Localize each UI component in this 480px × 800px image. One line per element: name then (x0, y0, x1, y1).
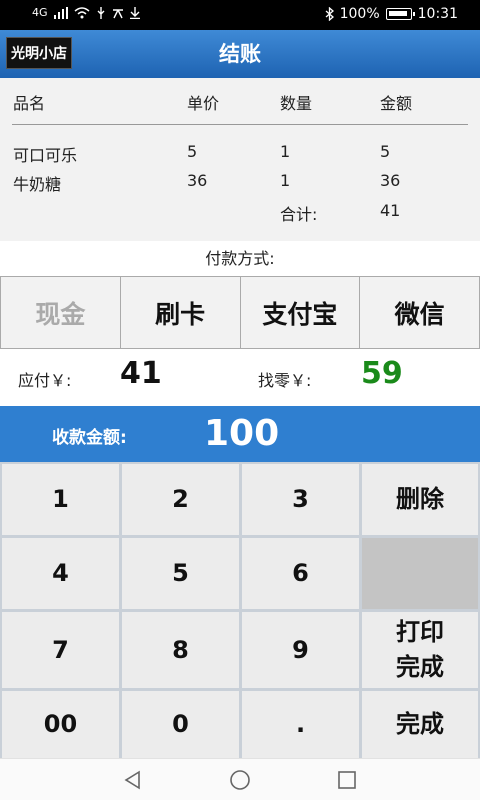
column-header-amount: 金额 (380, 94, 413, 113)
status-bar: 4G 100% 10:31 (0, 0, 480, 30)
key-3[interactable]: 3 (242, 464, 359, 535)
payment-method-tabs: 现金 刷卡 支付宝 微信 (0, 276, 480, 349)
table-header: 品名 单价 数量 金额 (0, 90, 480, 114)
total-row: 合计: 41 (0, 201, 480, 225)
print-and-finish-button[interactable]: 打印 完成 (362, 612, 478, 688)
battery-percent: 100% (339, 6, 380, 22)
received-amount-label: 收款金额: (52, 428, 127, 448)
network-type: 4G (32, 6, 48, 19)
shop-name-button[interactable]: 光明小店 (6, 37, 72, 69)
status-icons-right: 100% 10:31 (325, 6, 458, 22)
item-amount: 36 (380, 171, 401, 190)
order-table: 品名 单价 数量 金额 可口可乐 5 1 5 牛奶糖 36 1 36 合计: 4… (0, 78, 480, 241)
home-icon[interactable] (227, 767, 253, 793)
bluetooth-icon (325, 7, 334, 21)
key-8[interactable]: 8 (122, 612, 239, 688)
amount-due-label: 应付￥: (18, 371, 72, 390)
payment-card-button[interactable]: 刷卡 (121, 277, 241, 348)
delete-button[interactable]: 删除 (362, 464, 478, 535)
payment-method-label: 付款方式: (205, 249, 275, 268)
received-amount-value[interactable]: 100 (204, 413, 279, 454)
received-amount-bar: 收款金额: 100 (0, 406, 480, 462)
clock: 10:31 (417, 6, 458, 22)
payment-alipay-button[interactable]: 支付宝 (241, 277, 361, 348)
amount-due-value: 41 (120, 356, 162, 391)
numeric-keypad: 1 2 3 删除 4 5 6 7 8 9 打印 完成 00 0 . 完成 (0, 462, 480, 758)
item-name: 牛奶糖 (13, 175, 62, 194)
column-header-price: 单价 (187, 94, 220, 113)
battery-icon (385, 8, 415, 20)
key-00[interactable]: 00 (2, 691, 119, 758)
key-4[interactable]: 4 (2, 538, 119, 609)
item-name: 可口可乐 (13, 146, 78, 165)
finish-button[interactable]: 完成 (362, 691, 478, 758)
amount-summary: 应付￥: 41 找零￥: 59 (0, 350, 480, 406)
notification-icon (112, 8, 123, 18)
column-header-qty: 数量 (280, 94, 313, 113)
key-6[interactable]: 6 (242, 538, 359, 609)
key-decimal[interactable]: . (242, 691, 359, 758)
column-header-name: 品名 (13, 94, 46, 113)
usb-icon (97, 6, 105, 19)
blank-key (362, 538, 478, 609)
payment-wechat-button[interactable]: 微信 (360, 277, 479, 348)
item-price: 36 (187, 171, 208, 190)
key-9[interactable]: 9 (242, 612, 359, 688)
change-label: 找零￥: (258, 371, 312, 390)
item-qty: 1 (280, 171, 291, 190)
key-7[interactable]: 7 (2, 612, 119, 688)
wifi-icon (74, 6, 90, 18)
key-1[interactable]: 1 (2, 464, 119, 535)
key-5[interactable]: 5 (122, 538, 239, 609)
status-icons-left: 4G (32, 6, 140, 19)
table-divider (12, 124, 468, 125)
total-value: 41 (380, 201, 401, 220)
download-icon (129, 6, 140, 19)
item-amount: 5 (380, 142, 391, 161)
table-row[interactable]: 可口可乐 5 1 5 (0, 142, 480, 166)
item-price: 5 (187, 142, 198, 161)
system-nav-bar (0, 758, 480, 800)
back-icon[interactable] (120, 767, 146, 793)
signal-icon (53, 6, 68, 19)
total-label: 合计: (280, 205, 318, 224)
recent-apps-icon[interactable] (334, 767, 360, 793)
page-title: 结账 (219, 42, 261, 66)
item-qty: 1 (280, 142, 291, 161)
title-bar: 结账 光明小店 (0, 30, 480, 78)
payment-cash-button[interactable]: 现金 (1, 277, 121, 348)
change-value: 59 (361, 356, 403, 391)
table-row[interactable]: 牛奶糖 36 1 36 (0, 171, 480, 195)
key-2[interactable]: 2 (122, 464, 239, 535)
key-0[interactable]: 0 (122, 691, 239, 758)
